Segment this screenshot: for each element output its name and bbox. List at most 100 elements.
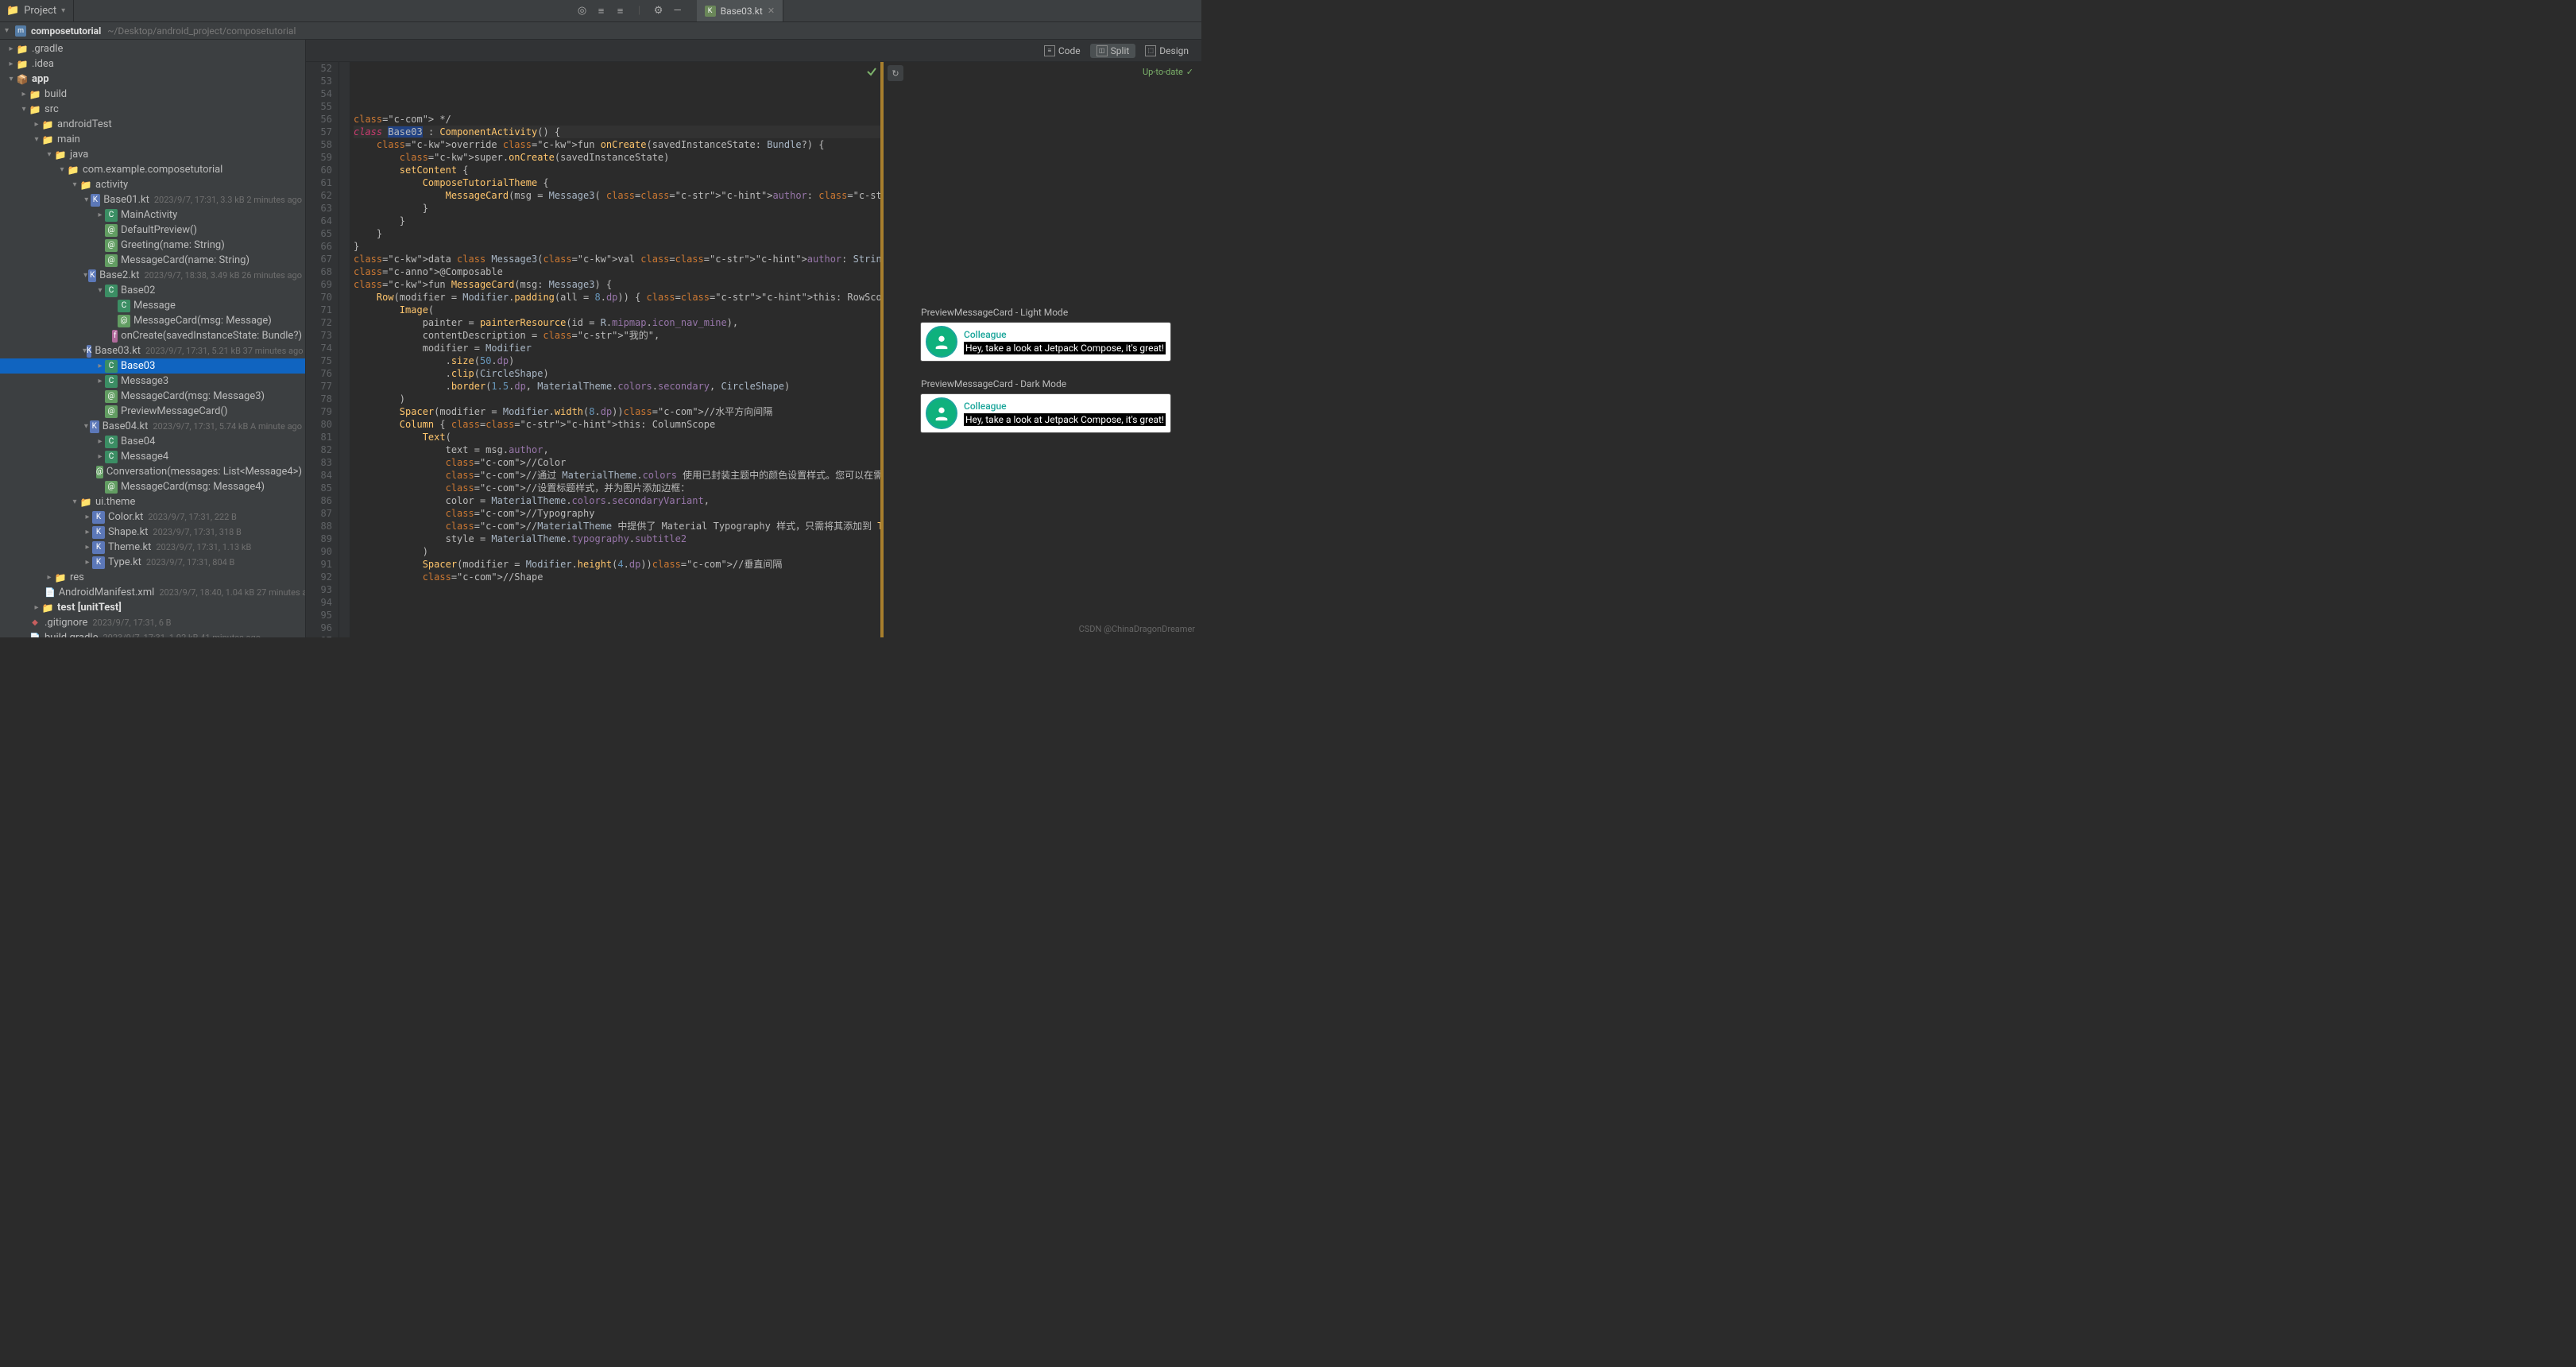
breadcrumb-root-label: composetutorial [31,25,101,37]
tree-row[interactable]: ui.theme [0,494,305,509]
tree-row[interactable]: src [0,102,305,117]
tree-label: androidTest [57,118,112,132]
tree-row[interactable]: Base01.kt2023/9/7, 17:31, 3.3 kB 2 minut… [0,192,305,207]
tree-row[interactable]: java [0,147,305,162]
expand-arrow[interactable] [70,178,79,192]
tree-row[interactable]: Message4 [0,449,305,464]
editor-wrap: ≡Code ◫Split ⬚Design 5253545556575859606… [306,40,1201,637]
tree-meta: 2023/9/7, 17:31, 1.92 kB 41 minutes ago [102,631,261,638]
expand-arrow[interactable] [95,208,105,223]
expand-arrow[interactable] [19,87,29,102]
tree-label: build [44,87,67,102]
tree-row[interactable]: MessageCard(msg: Message) [0,313,305,328]
kt-icon [92,511,105,524]
tree-row[interactable]: DefaultPreview() [0,223,305,238]
expand-icon[interactable]: ≡ [592,2,611,21]
tree-row[interactable]: build.gradle2023/9/7, 17:31, 1.92 kB 41 … [0,630,305,637]
expand-arrow[interactable] [83,269,88,283]
kt-icon [92,541,105,554]
tree-row[interactable]: MessageCard(msg: Message3) [0,389,305,404]
line-gutter[interactable]: 5253545556575859606162636465666768697071… [306,62,339,637]
target-icon[interactable]: ◎ [573,2,592,21]
tree-label: onCreate(savedInstanceState: Bundle?) [121,329,302,343]
tree-row[interactable]: MessageCard(name: String) [0,253,305,268]
tree-row[interactable]: Base04.kt2023/9/7, 17:31, 5.74 kB A minu… [0,419,305,434]
tree-row[interactable]: activity [0,177,305,192]
expand-arrow[interactable] [44,571,54,585]
tree-row[interactable]: Base04 [0,434,305,449]
expand-arrow[interactable] [19,103,29,117]
tree-row[interactable]: Color.kt2023/9/7, 17:31, 222 B [0,509,305,525]
tree-row[interactable]: Base02 [0,283,305,298]
tree-row[interactable]: PreviewMessageCard() [0,404,305,419]
tree-row[interactable]: Base03.kt2023/9/7, 17:31, 5.21 kB 37 min… [0,343,305,358]
tree-row[interactable]: .idea [0,56,305,72]
expand-arrow[interactable] [44,148,54,162]
tree-row[interactable]: com.example.composetutorial [0,162,305,177]
tree-row[interactable]: .gitignore2023/9/7, 17:31, 6 B [0,615,305,630]
folder-icon [79,496,92,509]
expand-arrow[interactable] [83,193,91,207]
code-editor[interactable]: class="c-com"> */class Base03 : Componen… [350,62,884,637]
class-icon [105,375,118,388]
tree-label: Base02 [121,284,155,298]
expand-arrow[interactable] [57,163,67,177]
tree-row[interactable]: MainActivity [0,207,305,223]
expand-arrow[interactable] [95,374,105,389]
tree-row[interactable]: Message [0,298,305,313]
tree-row[interactable]: Theme.kt2023/9/7, 17:31, 1.13 kB [0,540,305,555]
expand-arrow[interactable] [83,510,92,525]
preview-refresh[interactable]: ↻ [888,65,903,81]
mode-code[interactable]: ≡Code [1038,44,1087,58]
expand-arrow[interactable] [70,495,79,509]
tree-row[interactable]: MessageCard(msg: Message4) [0,479,305,494]
expand-arrow[interactable] [6,57,16,72]
fold-gutter[interactable] [339,62,350,637]
expand-arrow[interactable] [83,540,92,555]
tree-row[interactable]: Greeting(name: String) [0,238,305,253]
tree-label: java [70,148,88,162]
tree-row[interactable]: build [0,87,305,102]
gear-icon[interactable]: ⚙ [649,2,668,21]
mode-design[interactable]: ⬚Design [1139,44,1195,58]
expand-arrow[interactable] [95,435,105,449]
expand-arrow[interactable] [83,525,92,540]
tree-row[interactable]: .gradle [0,41,305,56]
project-panel-label[interactable]: 📁 Project ▾ [6,0,74,21]
tree-row[interactable]: onCreate(savedInstanceState: Bundle?) [0,328,305,343]
expand-arrow[interactable] [6,72,16,87]
expand-arrow[interactable] [83,556,92,570]
expand-arrow[interactable] [95,284,105,298]
tree-row[interactable]: androidTest [0,117,305,132]
tree-row[interactable]: Shape.kt2023/9/7, 17:31, 318 B [0,525,305,540]
project-tree[interactable]: .gradle.ideaappbuildsrcandroidTestmainja… [0,40,306,637]
tree-row[interactable]: Base03 [0,358,305,374]
tree-row[interactable]: app [0,72,305,87]
expand-arrow[interactable] [32,133,41,147]
tree-row[interactable]: main [0,132,305,147]
tree-label: MessageCard(name: String) [121,254,249,268]
collapse-icon[interactable]: ≡ [611,2,630,21]
expand-arrow[interactable] [83,420,90,434]
chevron-down-icon[interactable]: ▾ [5,26,9,35]
expand-arrow[interactable] [32,601,41,615]
tree-row[interactable]: res [0,570,305,585]
chevron-down-icon: ▾ [61,6,65,15]
close-tab-icon[interactable]: ✕ [768,6,775,16]
tree-row[interactable]: Base2.kt2023/9/7, 18:38, 3.49 kB 26 minu… [0,268,305,283]
mode-split[interactable]: ◫Split [1090,44,1136,58]
expand-arrow[interactable] [95,450,105,464]
tree-row[interactable]: test [unitTest] [0,600,305,615]
inspection-ok-icon[interactable] [864,65,879,78]
tree-row[interactable]: Type.kt2023/9/7, 17:31, 804 B [0,555,305,570]
tree-row[interactable]: AndroidManifest.xml2023/9/7, 18:40, 1.04… [0,585,305,600]
breadcrumb-root[interactable]: m composetutorial [15,25,101,37]
tree-row[interactable]: Message3 [0,374,305,389]
tree-label: Conversation(messages: List<Message4>) [106,465,302,479]
expand-arrow[interactable] [95,359,105,374]
hide-panel-icon[interactable]: — [668,2,687,21]
expand-arrow[interactable] [32,118,41,132]
tree-row[interactable]: Conversation(messages: List<Message4>) [0,464,305,479]
expand-arrow[interactable] [6,42,16,56]
file-tab-base03[interactable]: K Base03.kt ✕ [697,0,783,21]
